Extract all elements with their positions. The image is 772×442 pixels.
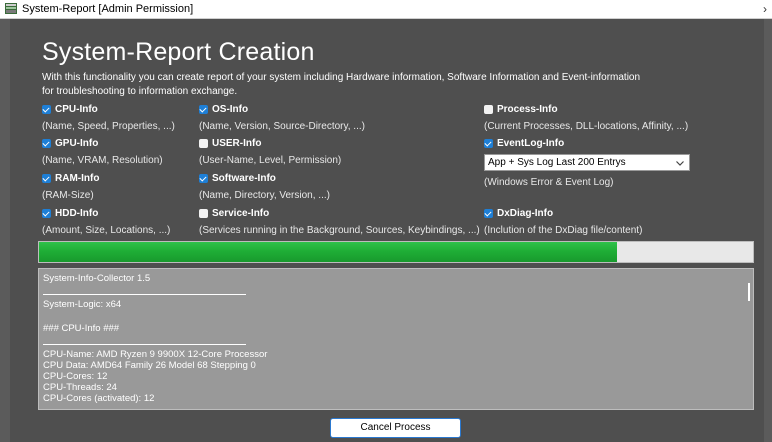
os-info-desc: (Name, Version, Source-Directory, ...) <box>199 121 365 132</box>
progress-bar <box>38 241 754 263</box>
log-separator <box>43 294 246 295</box>
close-icon[interactable]: › <box>758 0 772 18</box>
service-info-checkbox[interactable]: Service-Info <box>199 207 269 220</box>
checkbox-icon[interactable] <box>199 139 208 148</box>
report-log[interactable]: System-Info-Collector 1.5 System-Logic: … <box>38 268 754 410</box>
ram-info-checkbox[interactable]: RAM-Info <box>42 172 99 185</box>
cpu-info-label: CPU-Info <box>55 104 98 115</box>
user-info-label: USER-Info <box>212 138 262 149</box>
dxdiag-info-desc: (Inclution of the DxDiag file/content) <box>484 225 643 236</box>
eventlog-select[interactable]: App + Sys Log Last 200 Entrys <box>484 154 690 171</box>
chevron-down-icon[interactable] <box>675 158 685 168</box>
description-line: for troubleshooting to information excha… <box>42 86 238 97</box>
checkbox-icon[interactable] <box>484 139 493 148</box>
log-separator <box>43 344 246 345</box>
checkbox-icon[interactable] <box>199 209 208 218</box>
user-info-checkbox[interactable]: USER-Info <box>199 137 261 150</box>
gpu-info-checkbox[interactable]: GPU-Info <box>42 137 98 150</box>
cancel-process-button[interactable]: Cancel Process <box>330 418 461 438</box>
software-info-checkbox[interactable]: Software-Info <box>199 172 276 185</box>
software-info-desc: (Name, Directory, Version, ...) <box>199 190 330 201</box>
checkbox-icon[interactable] <box>484 105 493 114</box>
description-line: With this functionality you can create r… <box>42 72 641 83</box>
title-bar: System-Report [Admin Permission] › <box>0 0 772 19</box>
eventlog-info-label: EventLog-Info <box>497 138 565 149</box>
page-description: With this functionality you can create r… <box>42 71 742 99</box>
user-info-desc: (User-Name, Level, Permission) <box>199 155 342 166</box>
dxdiag-info-label: DxDiag-Info <box>497 208 554 219</box>
hdd-info-label: HDD-Info <box>55 208 99 219</box>
window-title: System-Report [Admin Permission] <box>22 3 194 15</box>
log-line: System-Info-Collector 1.5 <box>43 273 151 284</box>
software-info-label: Software-Info <box>212 173 276 184</box>
log-line: CPU-Cores (activated): 12 <box>43 393 155 404</box>
checkbox-icon[interactable] <box>199 105 208 114</box>
page-title: System-Report Creation <box>42 38 315 66</box>
dxdiag-info-checkbox[interactable]: DxDiag-Info <box>484 207 553 220</box>
checkbox-icon[interactable] <box>42 139 51 148</box>
process-info-desc: (Current Processes, DLL-locations, Affin… <box>484 121 689 132</box>
log-line: System-Logic: x64 <box>43 299 122 310</box>
log-line: CPU Data: AMD64 Family 26 Model 68 Stepp… <box>43 360 256 371</box>
checkbox-icon[interactable] <box>42 105 51 114</box>
log-line: CPU-Cores: 12 <box>43 371 108 382</box>
service-info-label: Service-Info <box>212 208 270 219</box>
checkbox-icon[interactable] <box>42 174 51 183</box>
checkbox-icon[interactable] <box>484 209 493 218</box>
service-info-desc: (Services running in the Background, Sou… <box>199 225 480 236</box>
checkbox-icon[interactable] <box>42 209 51 218</box>
eventlog-info-checkbox[interactable]: EventLog-Info <box>484 137 564 150</box>
eventlog-note: (Windows Error & Event Log) <box>484 177 614 188</box>
os-info-checkbox[interactable]: OS-Info <box>199 103 248 116</box>
gpu-info-label: GPU-Info <box>55 138 99 149</box>
hdd-info-checkbox[interactable]: HDD-Info <box>42 207 98 220</box>
process-info-checkbox[interactable]: Process-Info <box>484 103 558 116</box>
cpu-info-checkbox[interactable]: CPU-Info <box>42 103 98 116</box>
log-line: CPU-Threads: 24 <box>43 382 117 393</box>
gpu-info-desc: (Name, VRAM, Resolution) <box>42 155 163 166</box>
hdd-info-desc: (Amount, Size, Locations, ...) <box>42 225 171 236</box>
eventlog-select-value: App + Sys Log Last 200 Entrys <box>488 157 626 168</box>
checkbox-icon[interactable] <box>199 174 208 183</box>
ram-info-desc: (RAM-Size) <box>42 190 94 201</box>
ram-info-label: RAM-Info <box>55 173 100 184</box>
scrollbar-thumb[interactable] <box>748 283 750 301</box>
log-line: CPU-Name: AMD Ryzen 9 9900X 12-Core Proc… <box>43 349 268 360</box>
app-icon <box>5 3 17 14</box>
progress-fill <box>39 242 618 262</box>
cpu-info-desc: (Name, Speed, Properties, ...) <box>42 121 175 132</box>
process-info-label: Process-Info <box>497 104 558 115</box>
os-info-label: OS-Info <box>212 104 249 115</box>
log-line: ### CPU-Info ### <box>43 323 120 334</box>
